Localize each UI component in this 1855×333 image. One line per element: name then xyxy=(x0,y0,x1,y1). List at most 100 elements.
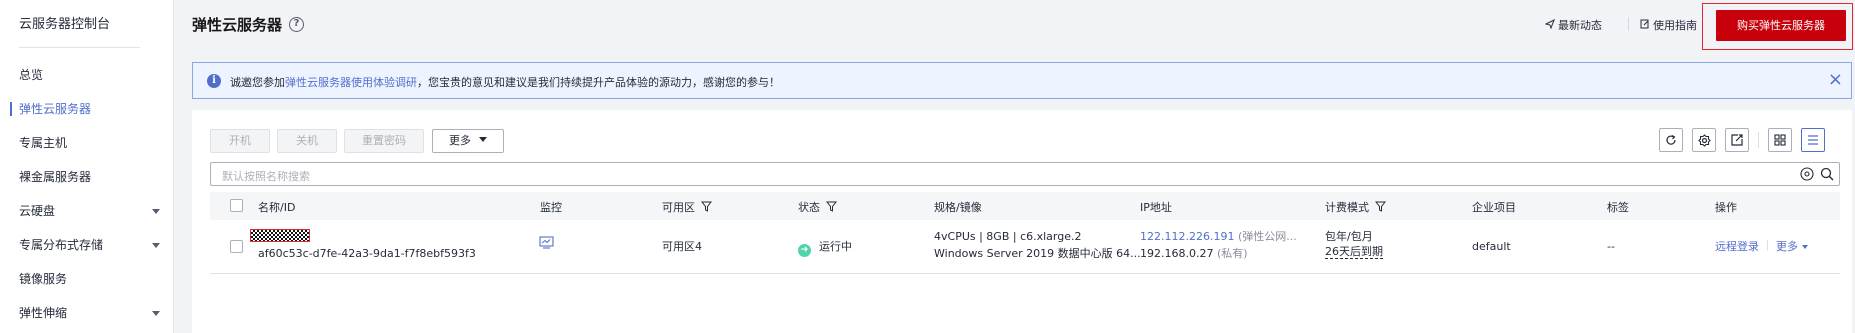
expiry-info[interactable]: 26天后到期 xyxy=(1325,244,1383,259)
private-ip-note: (私有) xyxy=(1216,247,1248,260)
search-input[interactable]: 默认按照名称搜索 xyxy=(210,162,1840,186)
private-ip: 192.168.0.27 (私有) xyxy=(1140,246,1248,261)
chevron-down-icon xyxy=(152,209,160,214)
send-icon xyxy=(1544,18,1555,32)
sidebar-item-label: 云硬盘 xyxy=(19,204,56,218)
column-header-enterprise-project: 企业项目 xyxy=(1472,201,1516,214)
refresh-icon xyxy=(1666,134,1676,145)
start-button[interactable]: 开机 xyxy=(210,129,270,153)
column-header-billing[interactable]: 计费模式 xyxy=(1325,199,1387,215)
sidebar-item-label: 总览 xyxy=(19,68,44,82)
search-icon[interactable] xyxy=(1819,166,1835,185)
header-divider xyxy=(1628,17,1629,31)
column-header-spec: 规格/镜像 xyxy=(934,201,982,214)
close-icon[interactable]: × xyxy=(1828,69,1843,91)
page-title: 弹性云服务器 xyxy=(192,16,283,34)
more-actions-label: 更多 xyxy=(449,134,471,147)
availability-zone: 可用区4 xyxy=(662,240,702,253)
row-checkbox[interactable] xyxy=(230,240,243,253)
operations-divider xyxy=(1767,240,1768,251)
sidebar-item-as[interactable]: 弹性伸缩 xyxy=(0,300,174,326)
instance-name-masked[interactable] xyxy=(250,229,310,246)
user-guide-link[interactable]: 使用指南 xyxy=(1640,17,1697,33)
buy-ecs-button[interactable]: 购买弹性云服务器 xyxy=(1716,10,1846,41)
sidebar-item-label: 裸金属服务器 xyxy=(19,170,92,184)
search-placeholder: 默认按照名称搜索 xyxy=(222,170,310,183)
refresh-button[interactable] xyxy=(1659,128,1683,152)
status-badge: ➜ 运行中 xyxy=(798,239,852,257)
column-header-az[interactable]: 可用区 xyxy=(662,199,713,215)
sidebar-item-dedicated-host[interactable]: 专属主机 xyxy=(0,130,174,156)
table-row: af60c53c-d7fe-42a3-9da1-f7f8ebf593f3 可用区… xyxy=(210,220,1840,274)
sidebar-item-label: 镜像服务 xyxy=(19,272,68,286)
search-settings-icon[interactable] xyxy=(1799,166,1815,185)
running-icon: ➜ xyxy=(798,244,811,257)
column-header-tags: 标签 xyxy=(1607,201,1629,214)
list-icon xyxy=(1808,135,1818,145)
column-label: 可用区 xyxy=(662,201,695,214)
tags-value: -- xyxy=(1607,240,1615,253)
sidebar-item-label: 弹性云服务器 xyxy=(19,102,92,116)
chevron-down-icon xyxy=(152,243,160,248)
private-ip-value: 192.168.0.27 xyxy=(1140,247,1214,260)
status-text: 运行中 xyxy=(819,240,852,253)
sidebar-item-evs[interactable]: 云硬盘 xyxy=(0,198,174,224)
instance-spec: 4vCPUs | 8GB | c6.xlarge.2 xyxy=(934,230,1082,243)
instance-id: af60c53c-d7fe-42a3-9da1-f7f8ebf593f3 xyxy=(258,247,476,260)
card-view-button[interactable] xyxy=(1768,128,1792,152)
column-header-name[interactable]: 名称/ID xyxy=(258,199,295,215)
export-button[interactable] xyxy=(1725,128,1749,152)
row-operations: 远程登录 更多 xyxy=(1715,239,1808,254)
chevron-down-icon xyxy=(1802,245,1808,249)
chevron-down-icon xyxy=(152,311,160,316)
column-label: 状态 xyxy=(798,201,820,214)
list-view-button[interactable] xyxy=(1801,128,1825,152)
sidebar-item-ims[interactable]: 镜像服务 xyxy=(0,266,174,292)
sidebar-item-label: 专属主机 xyxy=(19,136,68,150)
table-header: 名称/ID 监控 可用区 状态 规格/镜像 IP地址 计费模式 企业项目 标签 … xyxy=(210,192,1840,220)
sidebar: 云服务器控制台 总览 弹性云服务器 专属主机 裸金属服务器 云硬盘 专属分布式存… xyxy=(0,0,174,333)
gear-icon xyxy=(1697,133,1711,147)
stop-button[interactable]: 关机 xyxy=(277,129,337,153)
sidebar-item-overview[interactable]: 总览 xyxy=(0,62,174,88)
instance-image: Windows Server 2019 数据中心版 64... xyxy=(934,247,1141,260)
expiry-text: 26天后到期 xyxy=(1325,245,1383,259)
filter-icon[interactable] xyxy=(1374,201,1387,215)
filter-icon[interactable] xyxy=(825,201,838,215)
latest-news-link[interactable]: 最新动态 xyxy=(1544,17,1602,33)
chevron-down-icon xyxy=(479,137,487,142)
instance-panel: 开机 关机 重置密码 更多 默认按照名称搜索 名称/ID 监控 可用区 状态 规… xyxy=(192,110,1852,333)
notice-text: 诚邀您参加弹性云服务器使用体验调研，您宝贵的意见和建议是我们持续提升产品体验的源… xyxy=(230,74,780,90)
sidebar-item-ecs[interactable]: 弹性云服务器 xyxy=(0,96,174,122)
column-header-status[interactable]: 状态 xyxy=(798,199,838,215)
export-icon xyxy=(1731,134,1743,146)
sidebar-item-bare-metal[interactable]: 裸金属服务器 xyxy=(0,164,174,190)
enterprise-project: default xyxy=(1472,240,1511,253)
survey-link[interactable]: 弹性云服务器使用体验调研 xyxy=(285,76,417,89)
latest-news-label: 最新动态 xyxy=(1558,19,1602,32)
monitor-icon[interactable] xyxy=(539,236,554,253)
sidebar-title: 云服务器控制台 xyxy=(19,17,111,32)
billing-mode: 包年/包月 xyxy=(1325,230,1373,243)
redacted-name xyxy=(250,229,310,242)
public-ip-link[interactable]: 122.112.226.191 xyxy=(1140,230,1234,243)
edit-doc-icon xyxy=(1640,19,1650,32)
filter-icon[interactable] xyxy=(700,201,713,215)
notice-suffix: ，您宝贵的意见和建议是我们持续提升产品体验的源动力，感谢您的参与！ xyxy=(417,76,780,89)
more-actions-button[interactable]: 更多 xyxy=(432,129,504,153)
info-icon: i xyxy=(207,74,221,88)
help-icon[interactable]: ? xyxy=(289,17,304,32)
reset-password-button[interactable]: 重置密码 xyxy=(344,129,424,153)
select-all-checkbox[interactable] xyxy=(230,199,243,212)
column-header-operations: 操作 xyxy=(1715,201,1737,214)
settings-button[interactable] xyxy=(1692,128,1716,152)
sidebar-item-dss[interactable]: 专属分布式存储 xyxy=(0,232,174,258)
row-more-link[interactable]: 更多 xyxy=(1776,240,1808,253)
user-guide-label: 使用指南 xyxy=(1653,19,1697,32)
column-label: 计费模式 xyxy=(1325,201,1369,214)
public-ip-note: (弹性公网... xyxy=(1237,230,1297,243)
public-ip: 122.112.226.191 (弹性公网... xyxy=(1140,229,1297,244)
column-header-monitor: 监控 xyxy=(540,201,562,214)
toolbar-divider xyxy=(1758,132,1759,148)
remote-login-link[interactable]: 远程登录 xyxy=(1715,240,1759,253)
